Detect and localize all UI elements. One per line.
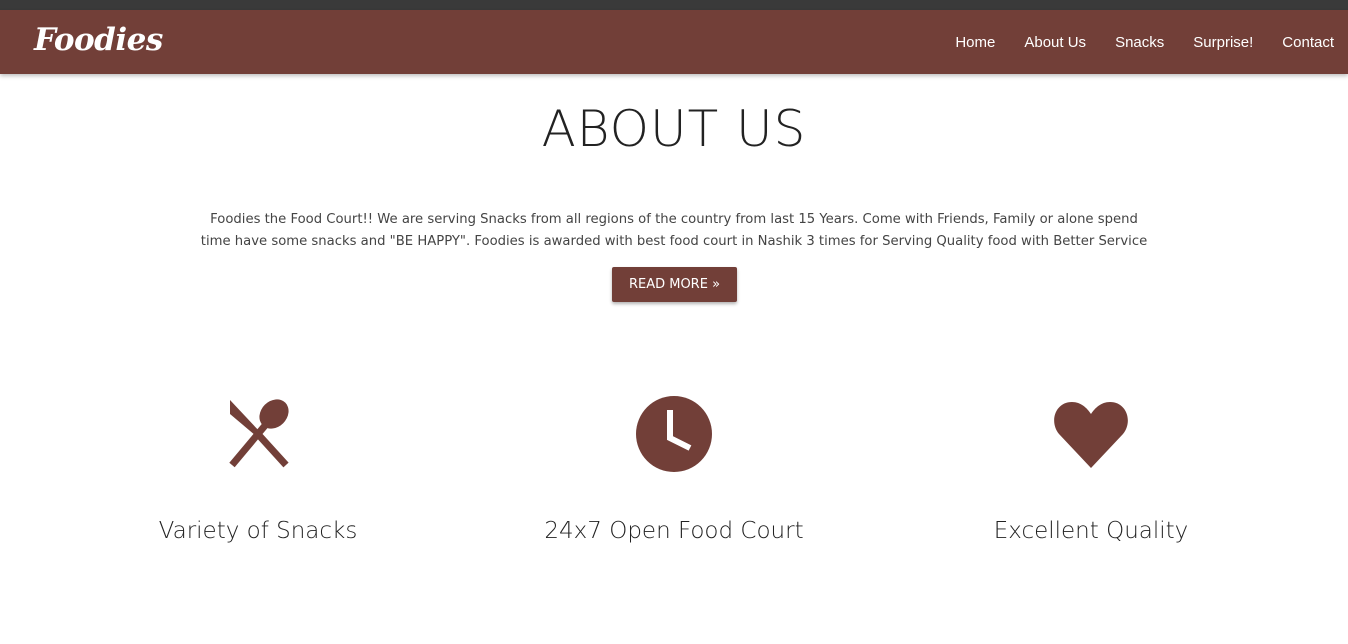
feature-quality: Excellent Quality	[926, 392, 1256, 544]
feature-caption: Excellent Quality	[993, 518, 1189, 544]
nav-item-snacks[interactable]: Snacks	[1115, 34, 1164, 51]
page-title: ABOUT US	[541, 100, 807, 158]
utensils-icon	[93, 392, 423, 476]
clock-icon	[509, 392, 839, 476]
nav-item-home[interactable]: Home	[955, 34, 995, 51]
navbar: Foodies Home About Us Snacks Surprise! C…	[0, 10, 1348, 74]
top-strip	[0, 0, 1348, 10]
feature-open: 24x7 Open Food Court	[509, 392, 839, 544]
heart-icon	[926, 392, 1256, 476]
feature-caption: 24x7 Open Food Court	[544, 518, 804, 544]
brand-logo[interactable]: Foodies	[34, 22, 163, 58]
feature-caption: Variety of Snacks	[158, 518, 358, 544]
about-description: Foodies the Food Court!! We are serving …	[200, 212, 1148, 249]
nav-item-surprise[interactable]: Surprise!	[1193, 34, 1253, 51]
nav-menu: Home About Us Snacks Surprise! Contact	[926, 10, 1334, 74]
nav-item-contact[interactable]: Contact	[1282, 34, 1334, 51]
feature-variety: Variety of Snacks	[93, 392, 423, 544]
read-more-button[interactable]: READ MORE »	[612, 267, 737, 302]
nav-item-about-us[interactable]: About Us	[1024, 34, 1086, 51]
